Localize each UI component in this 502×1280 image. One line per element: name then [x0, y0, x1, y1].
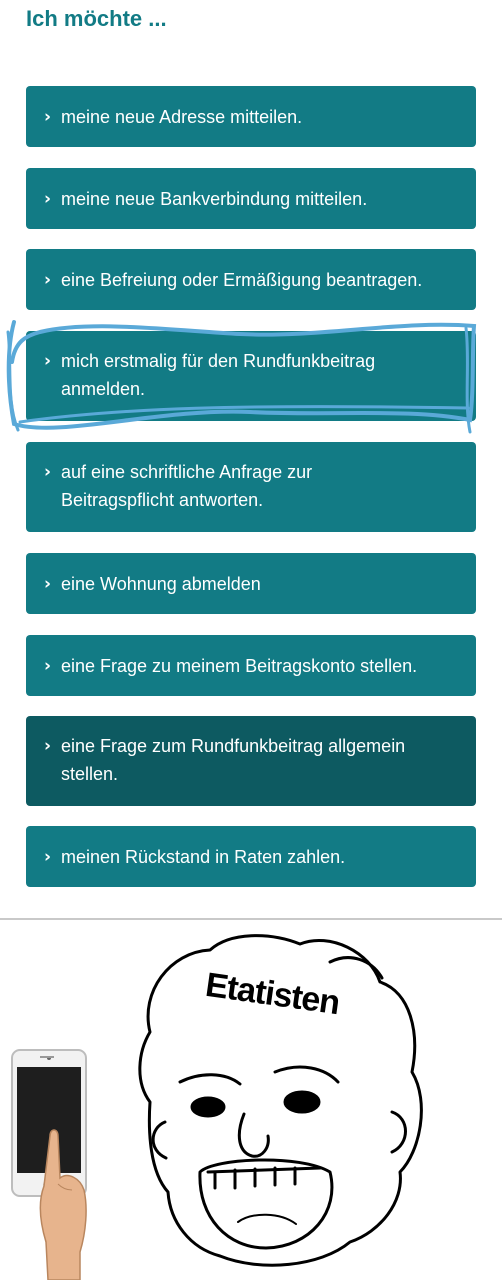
option-frage-allgemein-button[interactable]: › eine Frage zum Rundfunkbeitrag allgeme… [26, 716, 476, 806]
option-beitragskonto-button[interactable]: › eine Frage zu meinem Beitragskonto ste… [26, 635, 476, 696]
option-label: eine Frage zu meinem Beitragskonto stell… [61, 655, 418, 676]
option-label: meine neue Bankverbindung mitteilen. [61, 188, 368, 209]
chevron-right-icon: › [44, 736, 52, 756]
highlight-scribble [6, 320, 477, 434]
option-label: auf eine schriftliche Anfrage zur Beitra… [61, 462, 313, 510]
page-heading: Ich möchte ... [26, 6, 167, 31]
option-bankverbindung-button[interactable]: › meine neue Bankverbindung mitteilen. [26, 168, 476, 229]
option-label: meine neue Adresse mitteilen. [61, 106, 303, 127]
option-befreiung-button[interactable]: › eine Befreiung oder Ermäßigung beantra… [26, 249, 476, 310]
chevron-right-icon: › [44, 188, 52, 209]
option-label: eine Wohnung abmelden [61, 573, 261, 594]
option-raten-button[interactable]: › meinen Rückstand in Raten zahlen. [26, 826, 476, 887]
option-wohnung-abmelden-button[interactable]: › eine Wohnung abmelden [26, 553, 476, 614]
option-anfrage-button[interactable]: › auf eine schriftliche Anfrage zur Beit… [26, 442, 476, 532]
option-label: eine Befreiung oder Ermäßigung beantrage… [61, 269, 423, 290]
chevron-right-icon: › [44, 655, 52, 676]
section-divider [0, 918, 502, 920]
option-label: meinen Rückstand in Raten zahlen. [61, 846, 346, 867]
option-adresse-button[interactable]: › meine neue Adresse mitteilen. [26, 86, 476, 147]
chevron-right-icon: › [44, 462, 52, 482]
chevron-right-icon: › [44, 269, 52, 290]
option-label: eine Frage zum Rundfunkbeitrag allgemein… [61, 736, 406, 784]
chevron-right-icon: › [44, 573, 52, 594]
chevron-right-icon: › [44, 846, 52, 867]
chevron-right-icon: › [44, 106, 52, 127]
